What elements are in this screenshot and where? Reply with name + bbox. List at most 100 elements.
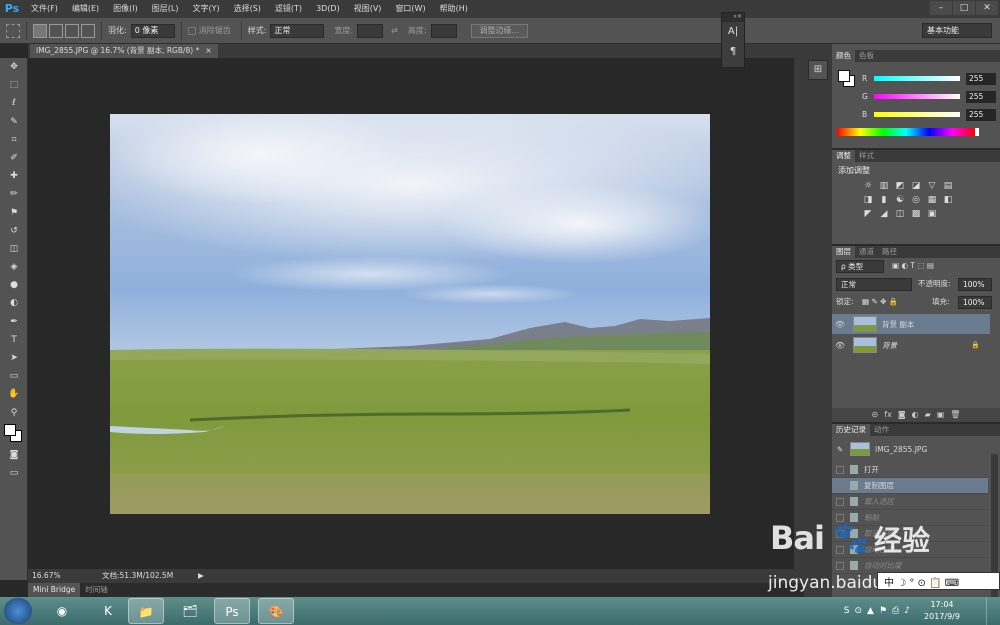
canvas-area[interactable] [28,58,804,569]
dodge-tool-icon[interactable]: ◐ [0,294,28,312]
subtract-selection-icon[interactable] [65,23,79,38]
canvas-vertical-scrollbar[interactable] [794,58,804,569]
history-step[interactable]: 自动色调 [832,542,988,558]
shape-tool-icon[interactable]: ▭ [0,367,28,385]
new-group-icon[interactable]: ▰ [925,408,931,422]
foreground-color-swatch[interactable] [838,70,850,82]
paint-bucket-tool-icon[interactable]: ◈ [0,258,28,276]
layer-filter-select[interactable]: ρ 类型 [836,260,884,273]
close-tab-icon[interactable]: × [205,46,211,55]
kugou-taskbar-icon[interactable]: K [90,598,126,624]
adjustment-icon[interactable]: ▦ [926,194,938,206]
clock[interactable]: 17:04 2017/9/9 [914,599,970,623]
adjustment-icon[interactable]: ◨ [862,194,874,206]
visibility-eye-icon[interactable]: 👁 [832,341,848,350]
photoshop-taskbar-icon[interactable]: Ps [214,598,250,624]
refine-edge-button[interactable]: 调整边缘... [470,23,529,38]
menu-select[interactable]: 选择(S) [227,0,268,18]
adjustment-icon[interactable]: ☯ [894,194,906,206]
crop-tool-icon[interactable]: ⌗ [0,131,28,149]
adjustment-layer-icon[interactable]: ◐ [912,408,919,422]
trash-icon[interactable]: 🗑 [950,408,960,422]
tab-actions[interactable]: 动作 [870,424,893,436]
menu-filter[interactable]: 滤镜(T) [268,0,309,18]
tray-icon[interactable]: ⊙ [855,606,863,616]
adjustment-icon[interactable]: ▤ [942,180,954,192]
menu-view[interactable]: 视图(V) [347,0,389,18]
add-mask-icon[interactable]: ◙ [898,408,906,422]
menu-edit[interactable]: 编辑(E) [65,0,106,18]
layer-name[interactable]: 背景 副本 [882,319,914,330]
tray-icon[interactable]: ⚑ [879,606,887,616]
lasso-tool-icon[interactable]: ℓ [0,94,28,112]
explorer-taskbar-icon[interactable]: 📁 [128,598,164,624]
new-layer-icon[interactable]: ▣ [937,408,945,422]
adjustment-icon[interactable]: ◤ [862,208,874,220]
tab-layers[interactable]: 图层 [832,246,855,258]
pen-tool-icon[interactable]: ✒ [0,313,28,331]
zoom-tool-icon[interactable]: ⚲ [0,404,28,422]
history-checkbox[interactable] [836,561,844,570]
quick-select-tool-icon[interactable]: ✎ [0,113,28,131]
character-icon[interactable]: A| [722,22,744,42]
fx-icon[interactable]: fx [884,408,892,422]
folder-taskbar-icon[interactable]: 🗂 [172,598,208,624]
screen-mode-icon[interactable]: ▭ [0,464,28,482]
layer-name[interactable]: 背景 [882,340,897,351]
brush-tool-icon[interactable]: ✏ [0,185,28,203]
panel-header[interactable]: »× [722,13,744,22]
healing-brush-tool-icon[interactable]: ✚ [0,167,28,185]
width-input[interactable] [357,23,384,38]
tray-icon[interactable]: ▲ [867,606,874,616]
history-step[interactable]: 载入选区 [832,494,988,510]
menu-3d[interactable]: 3D(D) [309,0,347,18]
white-swatch[interactable] [975,128,979,136]
red-value[interactable]: 255 [966,73,996,85]
chrome-taskbar-icon[interactable]: ◉ [44,598,80,624]
type-tool-icon[interactable]: T [0,331,28,349]
adjustment-icon[interactable]: ◢ [878,208,890,220]
fill-input[interactable]: 100% [958,296,992,309]
paint-taskbar-icon[interactable]: 🎨 [258,598,294,624]
history-step[interactable]: 打开 [832,462,988,478]
feather-input[interactable]: 0 像素 [130,23,175,38]
properties-icon[interactable]: ⊞ [808,60,828,80]
link-layers-icon[interactable]: ⊝ [872,408,879,422]
zoom-readout[interactable]: 16.67% [32,569,61,583]
adjustment-icon[interactable]: ◎ [910,194,922,206]
tab-swatches[interactable]: 色板 [855,50,878,62]
add-selection-icon[interactable] [49,23,63,38]
history-step[interactable]: 复制图层 [832,478,988,494]
adjustment-icon[interactable]: ▥ [878,180,890,192]
adjustment-icon[interactable]: ◫ [894,208,906,220]
menu-window[interactable]: 窗口(W) [388,0,432,18]
path-select-tool-icon[interactable]: ➤ [0,349,28,367]
paragraph-icon[interactable]: ¶ [722,42,744,62]
blur-tool-icon[interactable]: ● [0,276,28,294]
tab-timeline[interactable]: 时间轴 [80,583,113,597]
adjustment-icon[interactable]: ☼ [862,180,874,192]
tab-mini-bridge[interactable]: Mini Bridge [28,583,81,597]
tab-paths[interactable]: 路径 [878,246,901,258]
blend-mode-select[interactable]: 正常 [836,278,912,291]
menu-file[interactable]: 文件(F) [24,0,65,18]
layer-filter-icons[interactable]: ▣ ◐ T ⬚ ▤ [892,260,934,272]
blue-value[interactable]: 255 [966,109,996,121]
minimize-button[interactable]: – [930,1,952,15]
menu-image[interactable]: 图像(I) [106,0,145,18]
opacity-input[interactable]: 100% [958,278,992,291]
visibility-eye-icon[interactable]: 👁 [832,320,848,329]
adjustment-icon[interactable]: ▽ [926,180,938,192]
layer-row[interactable]: 👁 背景 🔒 [832,335,990,355]
menu-layer[interactable]: 图层(L) [145,0,186,18]
color-spectrum[interactable] [837,128,975,136]
adjustment-icon[interactable]: ▮ [878,194,890,206]
height-input[interactable] [430,23,457,38]
eyedropper-tool-icon[interactable]: ✐ [0,149,28,167]
ime-toolbar[interactable]: 中 ☽ ° ⊙ 📋 ⌨ [877,572,1000,590]
antialias-checkbox[interactable] [187,26,196,35]
hand-tool-icon[interactable]: ✋ [0,385,28,403]
new-selection-icon[interactable] [33,23,47,38]
history-snapshot[interactable]: ✎ IMG_2855.JPG [832,440,992,458]
blue-slider[interactable] [874,112,960,117]
